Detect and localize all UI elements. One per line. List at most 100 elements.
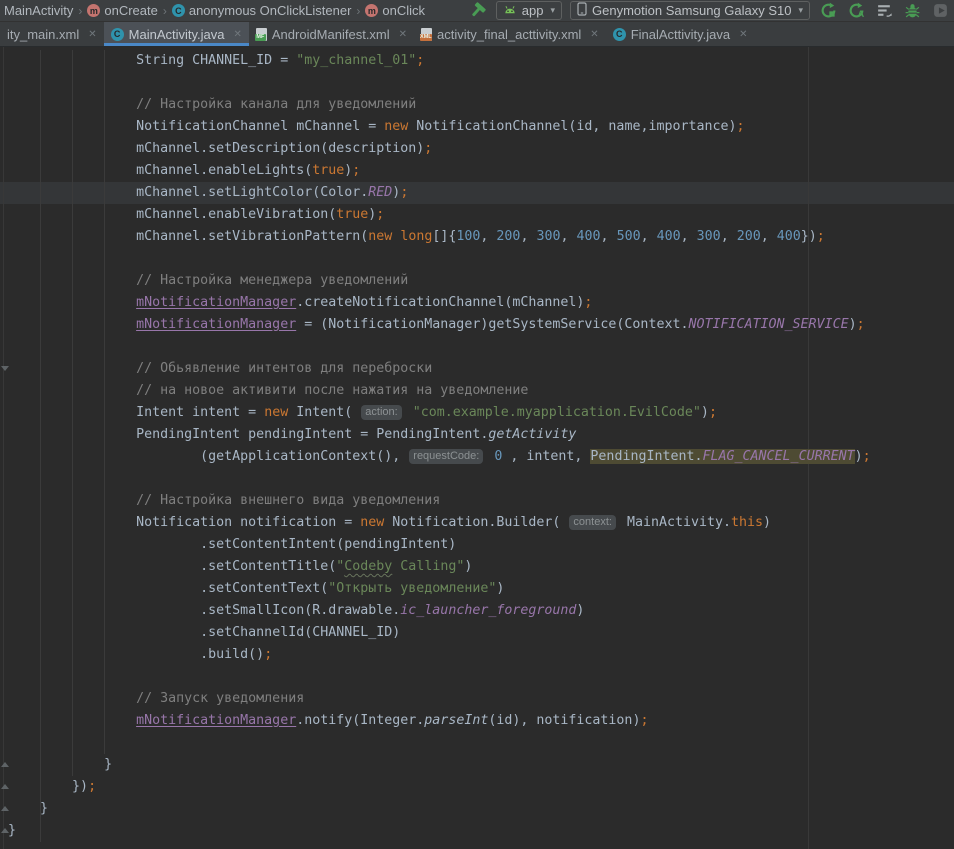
code-token: mChannel.setVibrationPattern( <box>136 229 368 244</box>
code-token: 300 <box>536 229 560 244</box>
tab-label: FinalActtivity.java <box>631 27 730 42</box>
code-token: getActivity <box>488 427 576 442</box>
code-token: , <box>681 229 697 244</box>
tab-close-icon[interactable]: ✕ <box>88 29 96 40</box>
code-area[interactable]: String CHANNEL_ID = "my_channel_01"; // … <box>0 50 954 842</box>
code-token: , <box>641 229 657 244</box>
code-token: String CHANNEL_ID = <box>136 53 296 68</box>
code-token: 400 <box>577 229 601 244</box>
code-line-36: } <box>0 820 954 842</box>
parameter-hint: context: <box>569 515 616 530</box>
tab-ity_main-xml[interactable]: ity_main.xml✕ <box>0 22 104 46</box>
fold-marker-icon[interactable] <box>1 762 9 767</box>
parameter-hint: requestCode: <box>409 449 483 464</box>
code-token: .setContentText( <box>200 581 328 596</box>
profiler-icon[interactable] <box>874 1 894 21</box>
breadcrumb-item-onclick[interactable]: monClick <box>363 3 427 18</box>
code-line-27: .setChannelId(CHANNEL_ID) <box>0 622 954 644</box>
attach-debugger-icon[interactable] <box>930 1 950 21</box>
code-token: "Открыть уведомление" <box>328 581 496 596</box>
code-token: } <box>40 801 48 816</box>
code-token: mChannel.setLightColor(Color. <box>136 185 368 200</box>
code-token: ; <box>584 295 592 310</box>
fold-marker-icon[interactable] <box>1 828 9 833</box>
tab-close-icon[interactable]: ✕ <box>233 29 241 40</box>
tab-close-icon[interactable]: ✕ <box>399 29 407 40</box>
fold-marker-icon[interactable] <box>1 366 9 371</box>
code-token: ; <box>264 647 272 662</box>
code-token: }) <box>801 229 817 244</box>
code-token: ; <box>352 163 360 178</box>
code-token: 100 <box>456 229 480 244</box>
code-line-21: // Настройка внешнего вида уведомления <box>0 490 954 512</box>
code-token: this <box>731 515 763 530</box>
code-token: , <box>480 229 496 244</box>
breadcrumb-item-oncreate[interactable]: monCreate <box>85 3 159 18</box>
code-token: , <box>601 229 617 244</box>
code-line-9: mChannel.setVibrationPattern(new long[]{… <box>0 226 954 248</box>
code-token: "com.example.myapplication.EvilCode" <box>413 405 701 420</box>
build-hammer-icon[interactable] <box>468 1 488 21</box>
apply-changes-icon[interactable] <box>818 1 838 21</box>
code-token <box>405 405 413 420</box>
chevron-down-icon: ▾ <box>798 5 803 16</box>
code-token: }) <box>72 779 88 794</box>
run-configuration-label: app <box>522 3 544 18</box>
code-token: 500 <box>617 229 641 244</box>
tab-FinalActtivity-java[interactable]: C FinalActtivity.java ✕ <box>606 22 755 46</box>
fold-marker-icon[interactable] <box>1 806 9 811</box>
code-token: 200 <box>496 229 520 244</box>
fold-marker-icon[interactable] <box>1 784 9 789</box>
tab-close-icon[interactable]: ✕ <box>590 29 598 40</box>
code-line-26: .setSmallIcon(R.drawable.ic_launcher_for… <box>0 600 954 622</box>
code-line-20 <box>0 468 954 490</box>
editor-tab-bar: ity_main.xml✕CMainActivity.java✕MFAndroi… <box>0 22 954 47</box>
breadcrumb-label: onCreate <box>104 3 157 18</box>
code-line-14 <box>0 336 954 358</box>
code-token: ) <box>855 449 863 464</box>
code-token: ; <box>737 119 745 134</box>
code-token: Notification.Builder( <box>384 515 568 530</box>
code-line-16: // на новое активити после нажатия на ув… <box>0 380 954 402</box>
device-select[interactable]: Genymotion Samsung Galaxy S10 ▾ <box>570 1 810 20</box>
code-token: } <box>8 823 16 838</box>
code-token: mNotificationManager <box>136 295 296 310</box>
tab-close-icon[interactable]: ✕ <box>739 29 747 40</box>
code-line-32 <box>0 732 954 754</box>
code-token: = (NotificationManager)getSystemService(… <box>296 317 688 332</box>
code-line-25: .setContentText("Открыть уведомление") <box>0 578 954 600</box>
breadcrumb-item-mainactivity[interactable]: MainActivity <box>2 3 75 18</box>
run-configuration-select[interactable]: app ▾ <box>496 1 562 20</box>
code-token: MainActivity. <box>619 515 731 530</box>
tab-MainActivity-java[interactable]: CMainActivity.java✕ <box>104 22 249 46</box>
code-token: , <box>761 229 777 244</box>
code-token: .setSmallIcon(R.drawable. <box>200 603 400 618</box>
code-token: PendingIntent pendingIntent = PendingInt… <box>136 427 488 442</box>
code-line-5: mChannel.setDescription(description); <box>0 138 954 160</box>
code-token: mNotificationManager <box>136 713 296 728</box>
tab-label: MainActivity.java <box>129 27 225 42</box>
code-line-1: String CHANNEL_ID = "my_channel_01"; <box>0 50 954 72</box>
code-token: ; <box>376 207 384 222</box>
breadcrumb-label: MainActivity <box>4 3 73 18</box>
code-editor[interactable]: String CHANNEL_ID = "my_channel_01"; // … <box>0 47 954 849</box>
code-token: // Настройка менеджера уведомлений <box>136 273 408 288</box>
code-token: mNotificationManager <box>136 317 296 332</box>
breadcrumb-item-anonymous-onclicklistener[interactable]: Canonymous OnClickListener <box>170 3 354 18</box>
code-token: new <box>264 405 288 420</box>
code-token: ic_launcher_foreground <box>400 603 576 618</box>
code-token: []{ <box>432 229 456 244</box>
code-line-15: // Обьявление интентов для переброски <box>0 358 954 380</box>
tab-AndroidManifest-xml[interactable]: MFAndroidManifest.xml✕ <box>249 22 414 46</box>
code-line-17: Intent intent = new Intent( action: "com… <box>0 402 954 424</box>
layout-xml-file-icon: XML <box>421 28 432 41</box>
code-token: new <box>368 229 392 244</box>
code-token: parseInt <box>424 713 488 728</box>
tab-activity_final_acttivity-xml[interactable]: XMLactivity_final_acttivity.xml✕ <box>414 22 606 46</box>
class-icon: C <box>172 4 185 17</box>
apply-code-changes-icon[interactable]: A <box>846 1 866 21</box>
java-class-icon: C <box>613 28 626 41</box>
code-token: // Настройка внешнего вида уведомления <box>136 493 440 508</box>
breadcrumb-label: onClick <box>382 3 425 18</box>
debug-icon[interactable] <box>902 1 922 21</box>
